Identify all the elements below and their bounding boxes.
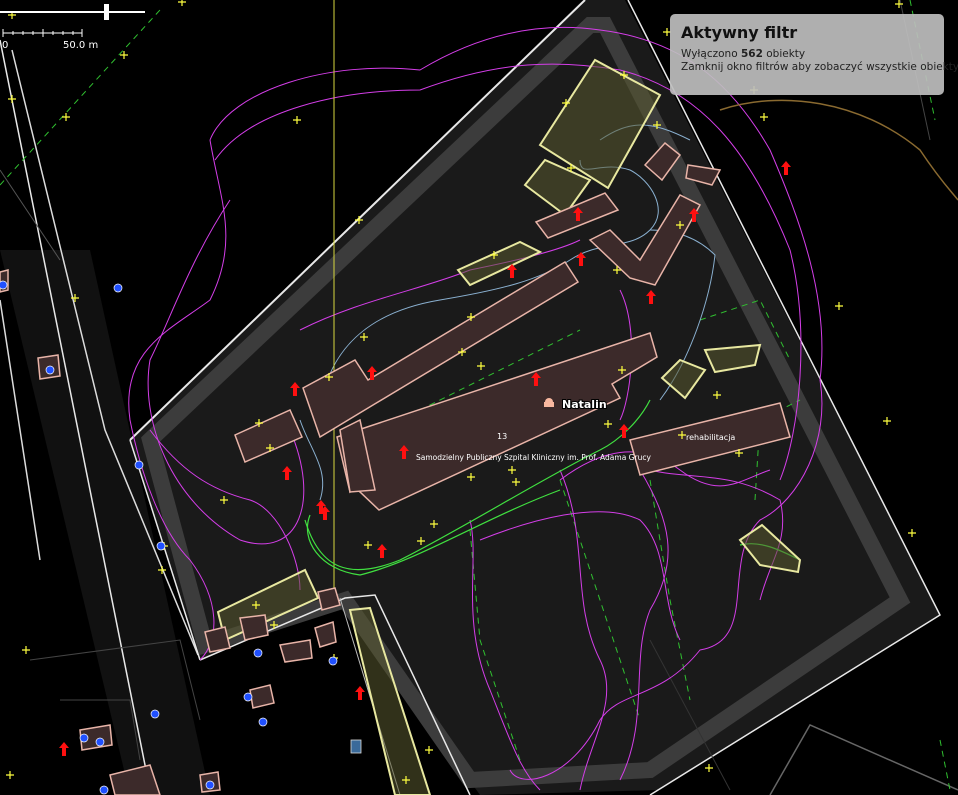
filter-hint-line: Zamknij okno filtrów aby zobaczyć wszyst… <box>681 61 958 73</box>
parking-icon[interactable] <box>350 739 362 754</box>
scale-start-label: 0 <box>2 40 9 51</box>
rehab-label: rehabilitacja <box>686 433 735 442</box>
filter-panel-title: Aktywny filtr <box>681 23 798 42</box>
filter-count-suffix: obiekty <box>766 48 806 60</box>
place-name-label: Natalin <box>562 398 607 411</box>
scale-bar: 0 50.0 m <box>0 0 150 55</box>
scale-slider-handle[interactable] <box>104 4 109 20</box>
filter-count-line: Wyłączono 562 obiekty <box>681 48 933 61</box>
active-filter-panel[interactable]: Aktywny filtr Wyłączono 562 obiekty Zamk… <box>670 14 958 95</box>
building-number-label: 13 <box>497 432 507 441</box>
filter-count-value: 562 <box>740 48 763 60</box>
scale-end-label: 50.0 m <box>63 40 99 51</box>
waterway <box>719 99 958 201</box>
map-canvas[interactable]: Natalin 13 Samodzielny Publiczny Szpital… <box>0 0 958 795</box>
hospital-name-label: Samodzielny Publiczny Szpital Kliniczny … <box>416 453 651 462</box>
filter-count-prefix: Wyłączono <box>681 48 738 60</box>
